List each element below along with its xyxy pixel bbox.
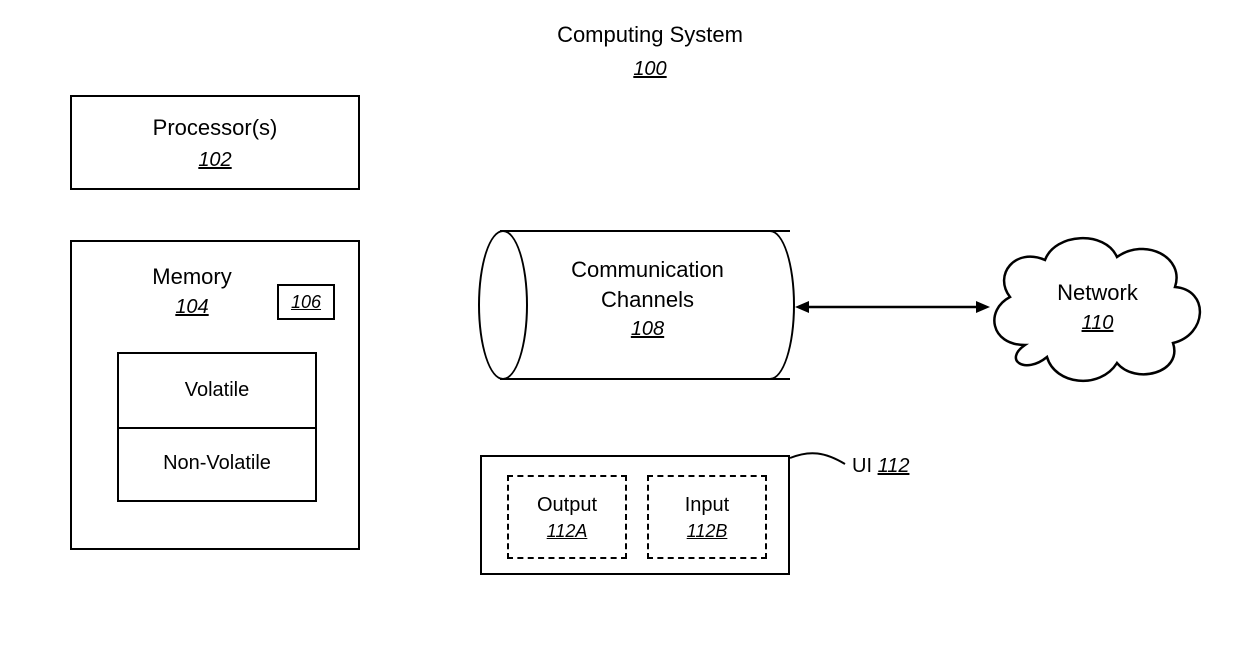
processor-label: Processor(s) bbox=[153, 113, 278, 143]
ui-output-label: Output bbox=[537, 492, 597, 519]
channels-cylinder-right bbox=[770, 230, 795, 380]
ui-caption-ref: 112 bbox=[878, 455, 910, 477]
memory-label: Memory bbox=[152, 262, 231, 292]
ui-caption-label: UI bbox=[852, 455, 872, 477]
ui-box: Output 112A Input 112B bbox=[480, 455, 790, 575]
processor-ref: 102 bbox=[198, 149, 231, 172]
memory-ref: 104 bbox=[175, 296, 208, 319]
network-ref: 110 bbox=[1082, 312, 1114, 335]
title-label: Computing System bbox=[557, 20, 743, 50]
ui-output-box: Output 112A bbox=[507, 475, 627, 559]
memory-nonvolatile: Non-Volatile bbox=[119, 427, 315, 500]
channels-ref: 108 bbox=[631, 318, 664, 341]
memory-types: Volatile Non-Volatile bbox=[117, 352, 317, 502]
channels-label-1: Communication bbox=[571, 255, 724, 285]
diagram-title: Computing System 100 bbox=[520, 20, 780, 81]
ui-caption: UI 112 bbox=[852, 455, 909, 478]
double-arrow-icon bbox=[795, 297, 990, 317]
channels-label-block: Communication Channels 108 bbox=[530, 255, 765, 341]
memory-chip: 106 bbox=[277, 284, 335, 320]
ui-lead-line-icon bbox=[790, 450, 850, 475]
ui-input-ref: 112B bbox=[687, 521, 728, 542]
channels-label-2: Channels bbox=[601, 285, 694, 315]
network-label-block: Network 110 bbox=[1020, 278, 1175, 335]
diagram-stage: Computing System 100 Processor(s) 102 Me… bbox=[0, 0, 1240, 663]
ui-input-label: Input bbox=[685, 492, 729, 519]
memory-chip-ref: 106 bbox=[291, 292, 321, 313]
memory-box: Memory 104 106 Volatile Non-Volatile bbox=[70, 240, 360, 550]
memory-header: Memory 104 bbox=[132, 262, 252, 319]
memory-volatile: Volatile bbox=[119, 354, 315, 429]
ui-input-box: Input 112B bbox=[647, 475, 767, 559]
channels-cylinder-left bbox=[478, 230, 528, 380]
title-ref: 100 bbox=[633, 58, 666, 81]
processor-box: Processor(s) 102 bbox=[70, 95, 360, 190]
network-label: Network bbox=[1057, 278, 1138, 308]
ui-output-ref: 112A bbox=[547, 521, 588, 542]
